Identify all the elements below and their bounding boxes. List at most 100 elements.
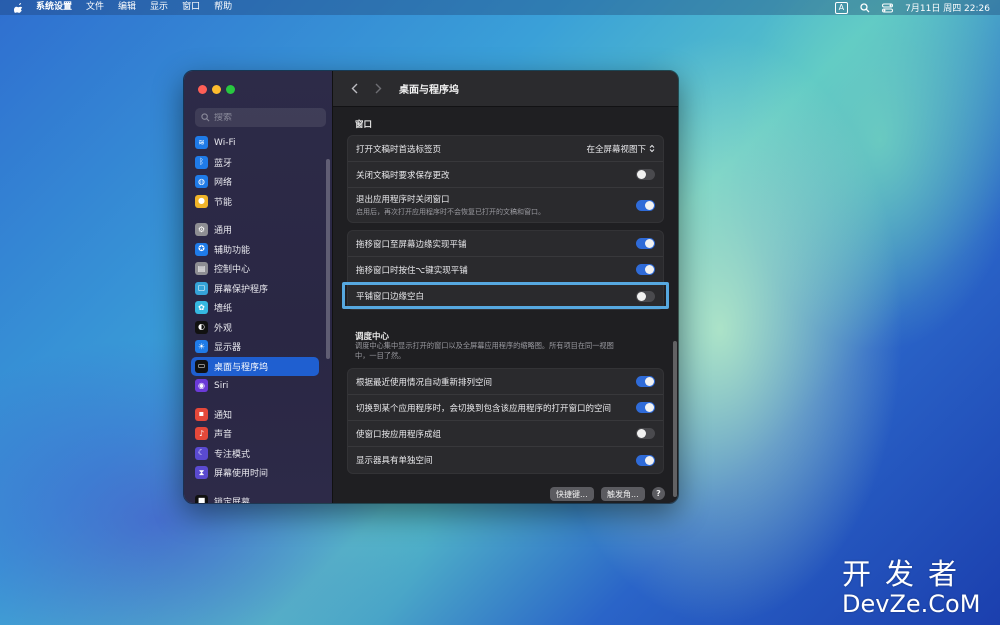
sidebar-item-label: 显示器 <box>214 343 242 354</box>
input-source-indicator[interactable]: A <box>834 1 849 14</box>
toggle-switch[interactable] <box>636 264 655 275</box>
sidebar-item-label: Siri <box>214 380 229 391</box>
toggle-switch[interactable] <box>636 169 655 180</box>
sidebar-item[interactable]: ⧗ 屏幕使用时间 <box>191 463 319 483</box>
wallpaper-icon: ✿ <box>195 301 208 315</box>
setting-row-rearrange-spaces[interactable]: 根据最近使用情况自动重新排列空间 <box>348 369 663 395</box>
toggle-knob <box>645 455 654 465</box>
highlight-box <box>342 282 669 309</box>
toggle-switch[interactable] <box>636 402 655 413</box>
sidebar-item[interactable]: ◍ 网络 <box>191 172 319 192</box>
toggle-switch[interactable] <box>636 376 655 387</box>
sidebar-item[interactable]: ▭ 桌面与程序坞 <box>191 356 319 376</box>
toggle-knob <box>645 403 654 412</box>
prefer-tabs-select[interactable]: 在全屏幕视图下 <box>586 143 655 155</box>
setting-row-switch-space[interactable]: 切换到某个应用程序时，会切换到包含该应用程序的打开窗口的空间 <box>348 395 663 421</box>
sidebar-search[interactable] <box>195 108 326 127</box>
setting-row-close-windows[interactable]: 退出应用程序时关闭窗口 启用后，再次打开应用程序时不会恢复已打开的文稿和窗口。 <box>348 188 663 222</box>
zoom-window-button[interactable] <box>226 85 235 94</box>
sidebar-item[interactable]: ● 节能 <box>191 192 319 212</box>
sidebar-item[interactable]: ᛒ 蓝牙 <box>191 153 319 173</box>
sidebar-scrollbar[interactable] <box>326 159 330 359</box>
mission-control-group: 根据最近使用情况自动重新排列空间 切换到某个应用程序时，会切换到包含该应用程序的… <box>347 368 664 474</box>
setting-label: 显示器具有单独空间 <box>356 456 433 466</box>
chevron-updown-icon <box>649 144 655 153</box>
control-center-icon[interactable] <box>882 3 894 13</box>
moon-icon: ☾ <box>195 446 208 460</box>
sidebar-item[interactable]: ☾ 专注模式 <box>191 444 319 464</box>
sidebar-item-label: 专注模式 <box>214 449 251 460</box>
setting-row-prefer-tabs[interactable]: 打开文稿时首选标签页 在全屏幕视图下 <box>348 136 663 162</box>
sidebar-item[interactable]: ✪ 辅助功能 <box>191 240 319 260</box>
menu-help[interactable]: 帮助 <box>214 0 232 15</box>
toggle-knob <box>637 170 646 179</box>
select-value: 在全屏幕视图下 <box>586 144 646 155</box>
setting-row-ask-keep-changes[interactable]: 关闭文稿时要求保存更改 <box>348 162 663 188</box>
chevron-right-icon <box>375 83 381 94</box>
setting-label: 拖移窗口时按住⌥键实现平铺 <box>356 265 468 276</box>
search-input[interactable] <box>214 112 314 123</box>
sidebar-item[interactable]: ▪ 通知 <box>191 405 319 425</box>
chevron-left-icon <box>351 83 357 94</box>
setting-row-separate-spaces[interactable]: 显示器具有单独空间 <box>348 447 663 473</box>
minimize-window-button[interactable] <box>212 85 221 94</box>
toggle-switch[interactable] <box>636 199 655 211</box>
forward-button[interactable] <box>371 82 385 96</box>
close-window-button[interactable] <box>198 85 207 94</box>
setting-row-tile-option[interactable]: 拖移窗口时按住⌥键实现平铺 <box>348 257 663 283</box>
setting-label: 退出应用程序时关闭窗口 <box>356 195 450 205</box>
hot-corners-button[interactable]: 触发角... <box>601 487 645 501</box>
menu-view[interactable]: 显示 <box>150 0 168 15</box>
toggle-knob <box>645 200 654 210</box>
toggle-knob <box>645 377 654 386</box>
sidebar-item[interactable]: ☀ 显示器 <box>191 337 319 357</box>
screensaver-icon: ▢ <box>195 281 208 295</box>
appearance-icon: ◐ <box>195 320 208 334</box>
sidebar-item[interactable]: ♪ 声音 <box>191 424 319 444</box>
back-button[interactable] <box>347 82 361 96</box>
toggle-switch[interactable] <box>636 238 655 249</box>
toggle-switch[interactable] <box>636 428 655 439</box>
sidebar-item[interactable]: ◐ 外观 <box>191 318 319 338</box>
siri-icon: ◉ <box>195 379 208 393</box>
accessibility-icon: ✪ <box>195 242 208 256</box>
sidebar-item[interactable]: ▢ 屏幕保护程序 <box>191 279 319 299</box>
sidebar-item-label: 锁定屏幕 <box>214 497 251 504</box>
apple-icon[interactable] <box>14 2 24 13</box>
sidebar-item[interactable]: ◉ Siri <box>191 376 319 396</box>
sidebar-item-label: 屏幕保护程序 <box>214 284 269 295</box>
watermark-cn: 开发者 <box>842 557 972 591</box>
sidebar-item[interactable]: ✿ 墙纸 <box>191 298 319 318</box>
search-icon[interactable] <box>860 2 870 13</box>
toggle-knob <box>637 429 646 438</box>
sidebar-item[interactable]: ▤ 控制中心 <box>191 259 319 279</box>
sidebar-item[interactable]: ■ 锁定屏幕 <box>191 492 319 504</box>
hourglass-icon: ⧗ <box>195 466 208 480</box>
setting-subtitle: 启用后，再次打开应用程序时不会恢复已打开的文稿和窗口。 <box>356 208 545 216</box>
window-section-title: 窗口 <box>355 120 373 130</box>
sidebar-item[interactable]: ⚙ 通用 <box>191 220 319 240</box>
sidebar-item-label: 蓝牙 <box>214 158 233 169</box>
menu-window[interactable]: 窗口 <box>182 0 200 15</box>
traffic-lights <box>198 85 235 94</box>
setting-row-tile-edge[interactable]: 拖移窗口至屏幕边缘实现平铺 <box>348 231 663 257</box>
menu-edit[interactable]: 编辑 <box>118 0 136 15</box>
sidebar-item-label: 通用 <box>214 226 233 237</box>
watermark: 开发者 DevZe.CoM <box>842 558 992 618</box>
toggle-switch[interactable] <box>636 454 655 466</box>
main-scrollbar[interactable] <box>673 341 677 497</box>
setting-row-group-by-app[interactable]: 使窗口按应用程序成组 <box>348 421 663 447</box>
search-icon <box>201 113 210 122</box>
menu-clock[interactable]: 7月11日 周四 22:26 <box>905 1 990 14</box>
help-button[interactable]: ? <box>652 487 665 500</box>
menu-app-name[interactable]: 系统设置 <box>36 0 72 15</box>
menu-file[interactable]: 文件 <box>86 0 104 15</box>
sidebar-item[interactable]: ≋ Wi-Fi <box>191 133 319 153</box>
bell-icon: ▪ <box>195 407 208 421</box>
setting-label: 拖移窗口至屏幕边缘实现平铺 <box>356 239 467 250</box>
sidebar-item-label: 外观 <box>214 323 233 334</box>
sidebar-item-label: 墙纸 <box>214 304 233 315</box>
shortcuts-button[interactable]: 快捷键... <box>550 487 594 501</box>
